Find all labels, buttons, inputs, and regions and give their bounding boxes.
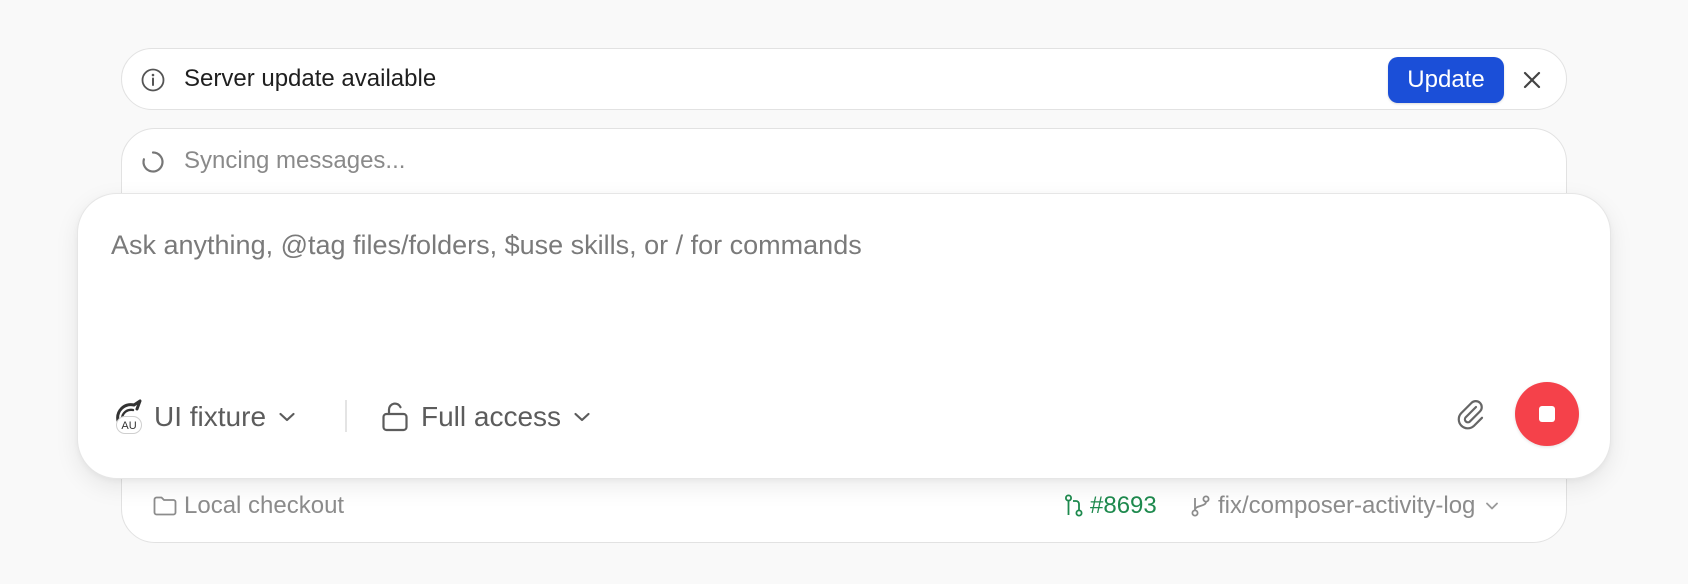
pull-request-link[interactable]: #8693 — [1064, 470, 1157, 542]
chevron-down-icon — [1486, 502, 1499, 510]
footer-bar: Local checkout #8693 fix/composer-activi… — [122, 470, 1566, 542]
branch-selector[interactable]: fix/composer-activity-log — [1190, 470, 1499, 542]
chevron-down-icon — [574, 412, 590, 422]
stop-button[interactable] — [1515, 382, 1579, 446]
folder-icon — [153, 496, 177, 516]
spinner-icon — [142, 151, 164, 173]
pull-request-number: #8693 — [1090, 492, 1157, 519]
model-selector[interactable]: AU UI fixture — [112, 397, 296, 437]
unlock-icon — [382, 402, 408, 432]
access-selector[interactable]: Full access — [381, 397, 591, 437]
page: Server update available Update Syncing m… — [0, 0, 1688, 584]
local-checkout-label[interactable]: Local checkout — [184, 470, 344, 542]
chevron-down-icon — [279, 412, 295, 422]
prompt-input[interactable] — [111, 230, 1551, 261]
branch-name: fix/composer-activity-log — [1218, 492, 1476, 519]
model-badge: AU — [116, 416, 142, 434]
pull-request-icon — [1065, 494, 1083, 517]
composer: AU UI fixture Full access — [77, 193, 1611, 479]
stop-icon — [1539, 406, 1555, 422]
git-branch-icon — [1191, 495, 1210, 517]
toolbar-divider — [345, 400, 347, 432]
update-button[interactable]: Update — [1388, 57, 1504, 103]
model-avatar: AU — [112, 399, 146, 435]
update-banner: Server update available Update — [121, 48, 1567, 110]
close-icon[interactable] — [1516, 64, 1548, 96]
banner-title: Server update available — [184, 65, 437, 92]
sync-status-text: Syncing messages... — [184, 147, 406, 174]
model-label: UI fixture — [154, 401, 267, 432]
paperclip-icon[interactable] — [1451, 395, 1491, 435]
access-label: Full access — [421, 401, 562, 432]
info-icon — [141, 68, 165, 92]
